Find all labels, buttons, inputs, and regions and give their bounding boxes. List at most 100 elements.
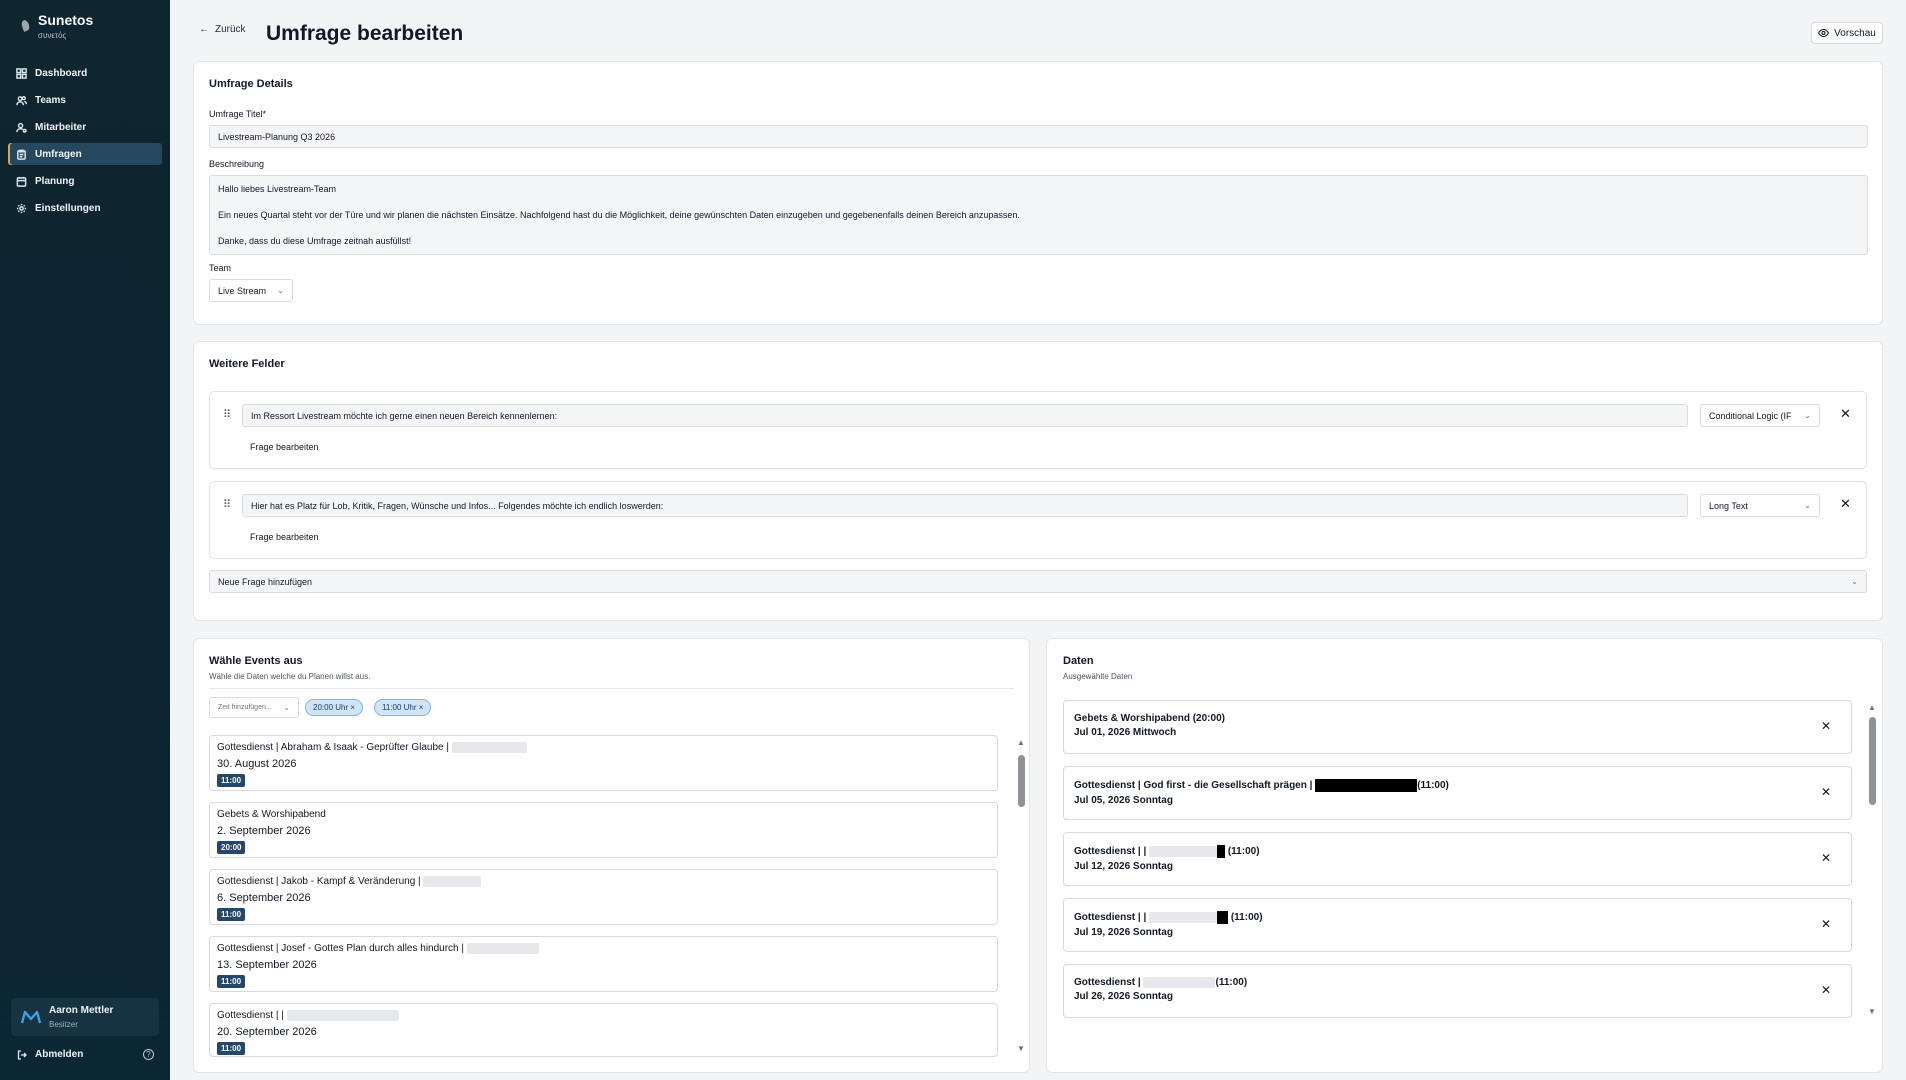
gear-icon: [16, 203, 27, 213]
chevron-down-icon: ⌄: [1804, 501, 1811, 510]
grid-icon: [16, 67, 27, 79]
logout-icon: [17, 1049, 27, 1060]
scroll-thumb[interactable]: [1018, 755, 1025, 807]
sidebar-item-einstellungen[interactable]: Einstellungen: [8, 197, 162, 219]
selected-time-suffix: (11:00): [1417, 780, 1449, 792]
event-date: 20. September 2026: [217, 1026, 317, 1038]
user-role: Besitzer: [49, 1020, 78, 1029]
question-type-value: Conditional Logic (IF: [1709, 410, 1792, 421]
question-type-value: Long Text: [1709, 500, 1748, 511]
users-icon: [16, 95, 27, 105]
redacted-text: [466, 943, 539, 954]
event-item[interactable]: Gottesdienst | Abraham & Isaak - Geprüft…: [209, 735, 998, 791]
team-select[interactable]: Live Stream ⌄: [209, 279, 293, 302]
drag-handle-icon[interactable]: ⠿: [223, 498, 231, 511]
user-logo-icon: [21, 1010, 41, 1024]
sidebar-item-dashboard[interactable]: Dashboard: [8, 62, 162, 84]
events-scrollbar[interactable]: ▲ ▼: [1016, 738, 1026, 1056]
event-item[interactable]: Gottesdienst | Jakob - Kampf & Veränderu…: [209, 869, 998, 925]
selected-date-value: Jul 26, 2026 Sonntag: [1074, 991, 1173, 1003]
clipboard-icon: [17, 149, 26, 160]
scroll-up-icon[interactable]: ▲: [1868, 703, 1876, 712]
selected-scrollbar[interactable]: ▲ ▼: [1867, 703, 1877, 1019]
selected-date-value: Jul 19, 2026 Sonntag: [1074, 927, 1173, 938]
question-text-input[interactable]: Im Ressort Livestream möchte ich gerne e…: [242, 404, 1688, 427]
event-title-text: Gottesdienst | |: [217, 1010, 284, 1022]
sidebar-item-teams[interactable]: Teams: [8, 89, 162, 111]
events-subtitle: Wähle die Daten welche du Planen willst …: [209, 672, 371, 681]
selected-date-value: Jul 05, 2026 Sonntag: [1074, 795, 1173, 806]
remove-question-button[interactable]: ✕: [1840, 496, 1851, 512]
redacted-text: [1149, 846, 1218, 857]
preview-label: Vorschau: [1834, 27, 1876, 39]
event-date: 30. August 2026: [217, 758, 297, 770]
sidebar-item-umfragen[interactable]: Umfragen: [8, 143, 162, 165]
sidebar-item-label: Planung: [35, 175, 75, 187]
remove-date-button[interactable]: ✕: [1821, 785, 1831, 799]
edit-question-link[interactable]: Frage bearbeiten: [250, 442, 319, 452]
event-title-text: Gottesdienst | Josef - Gottes Plan durch…: [217, 943, 464, 955]
divider: [209, 688, 1014, 689]
description-textarea[interactable]: Hallo liebes Livestream-Team Ein neues Q…: [209, 175, 1868, 255]
event-title-text: Gottesdienst | Jakob - Kampf & Veränderu…: [217, 876, 421, 888]
sidebar-item-label: Mitarbeiter: [35, 121, 87, 133]
selected-title-text: Gottesdienst | |: [1074, 912, 1147, 924]
scroll-down-icon[interactable]: ▼: [1017, 1044, 1025, 1053]
calendar-icon: [16, 176, 27, 187]
redacted-text: [1217, 911, 1229, 924]
event-title: Gebets & Worshipabend: [217, 809, 990, 823]
selected-date-value: Jul 12, 2026 Sonntag: [1074, 861, 1173, 872]
remove-question-button[interactable]: ✕: [1840, 406, 1851, 422]
user-cog-icon: [16, 122, 27, 133]
chevron-down-icon: ⌄: [277, 286, 284, 295]
scroll-down-icon[interactable]: ▼: [1868, 1007, 1876, 1016]
chevron-down-icon: ⌄: [1804, 411, 1811, 420]
event-time-badge: 11:00: [217, 975, 246, 988]
redacted-text: [451, 742, 527, 753]
event-item[interactable]: Gottesdienst | Josef - Gottes Plan durch…: [209, 936, 998, 992]
selected-title-text: Gottesdienst |: [1074, 977, 1141, 989]
question-item: ⠿ Hier hat es Platz für Lob, Kritik, Fra…: [209, 481, 1867, 559]
add-question-label: Neue Frage hinzufügen: [218, 576, 313, 587]
selected-date-title: Gottesdienst | (11:00): [1074, 977, 1841, 988]
drag-handle-icon[interactable]: ⠿: [223, 408, 231, 421]
sidebar-item-mitarbeiter[interactable]: Mitarbeiter: [8, 116, 162, 138]
question-text-input[interactable]: Hier hat es Platz für Lob, Kritik, Frage…: [242, 494, 1688, 517]
redacted-text: [423, 876, 482, 887]
event-item[interactable]: Gottesdienst | | 20. September 2026 11:0…: [209, 1003, 998, 1057]
scroll-thumb[interactable]: [1869, 717, 1876, 805]
event-title: Gottesdienst | |: [217, 1010, 990, 1024]
selected-date-value: Jul 01, 2026 Mittwoch: [1074, 727, 1177, 738]
logout-button[interactable]: Abmelden ?: [17, 1049, 154, 1060]
time-chip[interactable]: 11:00 Uhr ×: [374, 699, 432, 716]
question-type-select[interactable]: Long Text ⌄: [1700, 494, 1820, 517]
sidebar-item-planung[interactable]: Planung: [8, 170, 162, 192]
event-title: Gottesdienst | Josef - Gottes Plan durch…: [217, 943, 990, 957]
question-type-select[interactable]: Conditional Logic (IF ⌄: [1700, 404, 1820, 427]
add-question-select[interactable]: Neue Frage hinzufügen ⌄: [209, 570, 1867, 593]
survey-title-input[interactable]: Livestream-Planung Q3 2026: [209, 125, 1868, 148]
user-card[interactable]: Aaron Mettler Besitzer: [11, 998, 159, 1036]
event-title: Gottesdienst | Jakob - Kampf & Veränderu…: [217, 876, 990, 890]
remove-date-button[interactable]: ✕: [1821, 851, 1831, 865]
selected-subtitle: Ausgewählte Daten: [1063, 672, 1133, 681]
sidebar-nav: Dashboard Teams Mitarbeiter Umfragen Pla…: [8, 62, 162, 224]
redacted-text: [286, 1010, 399, 1021]
time-add-select[interactable]: Zeit hinzufügen... ⌄: [209, 697, 299, 718]
scroll-up-icon[interactable]: ▲: [1017, 738, 1025, 747]
help-icon[interactable]: ?: [143, 1049, 154, 1060]
event-title: Gottesdienst | Abraham & Isaak - Geprüft…: [217, 742, 990, 756]
event-date: 2. September 2026: [217, 825, 311, 837]
details-title: Umfrage Details: [209, 78, 293, 90]
selected-title: Daten: [1063, 655, 1094, 667]
remove-date-button[interactable]: ✕: [1821, 719, 1831, 733]
edit-question-link[interactable]: Frage bearbeiten: [250, 532, 319, 542]
event-item[interactable]: Gebets & Worshipabend 2. September 2026 …: [209, 802, 998, 858]
brand: Sunetos συνετός: [20, 12, 94, 40]
remove-date-button[interactable]: ✕: [1821, 983, 1831, 997]
brand-name: Sunetos: [38, 12, 94, 28]
time-chip[interactable]: 20:00 Uhr ×: [305, 699, 364, 716]
back-button[interactable]: ← Zurück: [199, 24, 246, 35]
preview-button[interactable]: Vorschau: [1811, 22, 1883, 44]
remove-date-button[interactable]: ✕: [1821, 917, 1831, 931]
